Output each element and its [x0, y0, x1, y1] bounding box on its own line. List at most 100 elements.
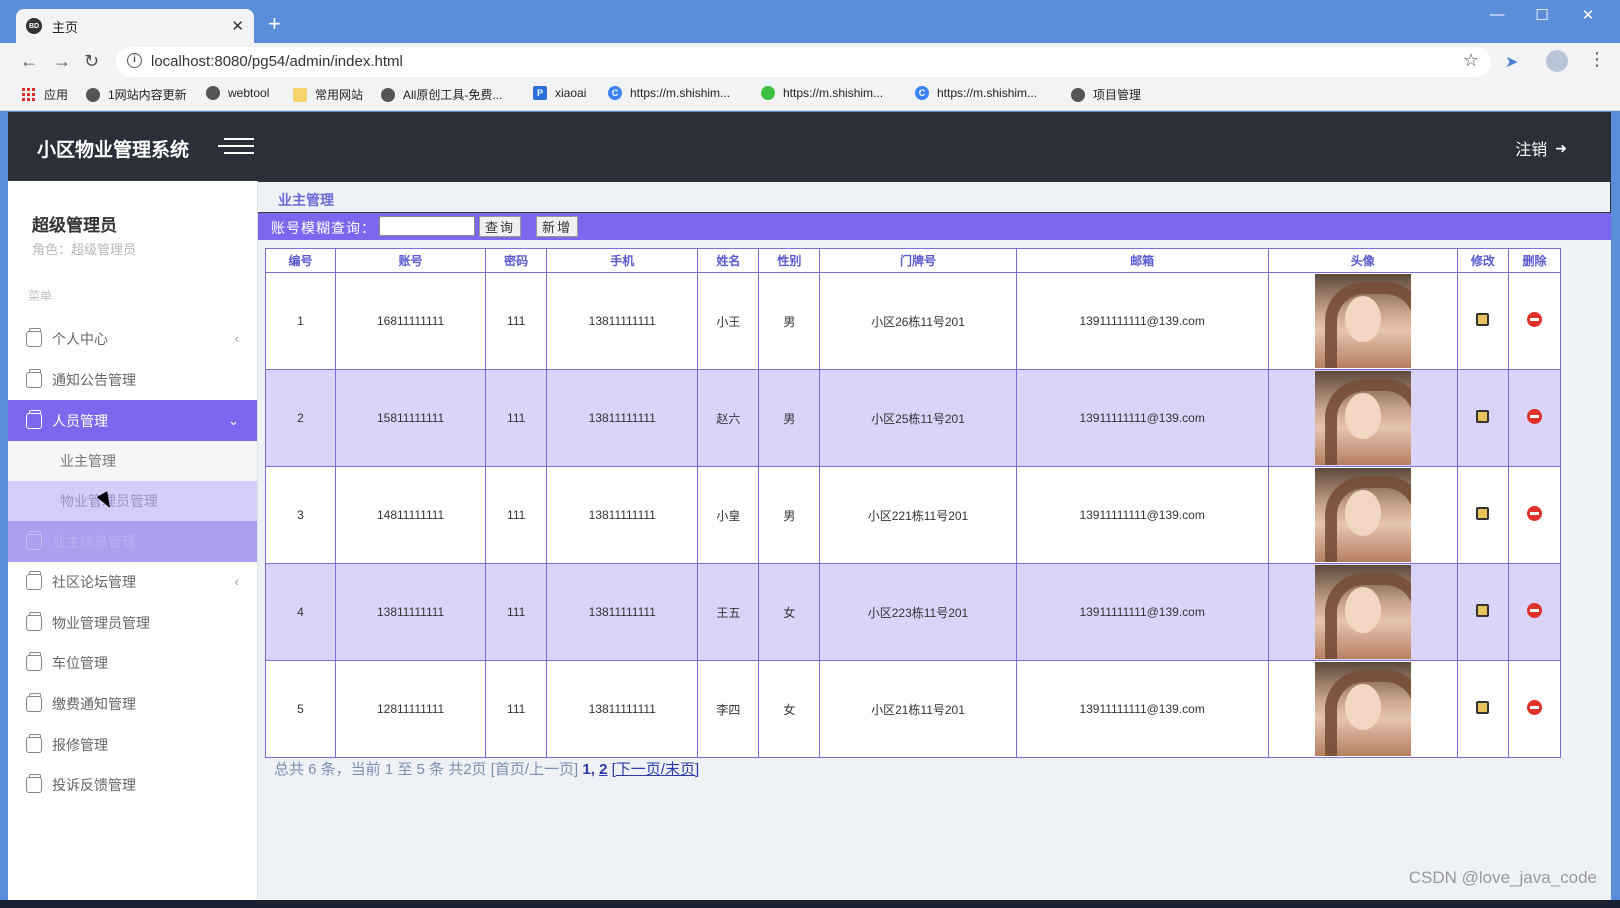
watermark: CSDN @love_java_code [1408, 868, 1597, 887]
edit-icon[interactable] [1476, 701, 1490, 714]
cell-password: 111 [485, 369, 548, 467]
close-icon[interactable]: ✕ [231, 17, 244, 35]
sidebar-subitem-owner[interactable]: 业主管理 [8, 441, 257, 481]
reload-icon[interactable]: ↻ [84, 51, 99, 72]
globe-icon [1071, 87, 1085, 102]
cell-edit [1456, 369, 1509, 467]
bookmark-label: https://m.shishim... [783, 86, 884, 100]
col-header: 修改 [1456, 248, 1509, 273]
edit-icon[interactable] [1476, 604, 1490, 617]
bookmark-item[interactable]: Chttps://m.shishim... [608, 86, 730, 100]
delete-icon[interactable] [1526, 409, 1542, 424]
next-page-link[interactable]: 下一页 [616, 761, 661, 778]
breadcrumb: 业主管理 [258, 181, 1611, 213]
cell-name: 王五 [697, 563, 760, 661]
cell-avatar [1267, 563, 1458, 661]
sidebar-item-repair[interactable]: 报修管理 [8, 724, 257, 765]
cell-phone: 13811111111 [546, 272, 699, 370]
page-link-2[interactable]: 2 [599, 761, 607, 778]
extension-icon[interactable]: ➤ [1505, 52, 1518, 72]
sidebar-item-label: 报修管理 [52, 736, 108, 753]
col-header: 姓名 [697, 248, 760, 273]
cell-id: 1 [264, 272, 337, 370]
address-bar[interactable]: i localhost:8080/pg54/admin/index.html ☆ [116, 47, 1491, 77]
sidebar-subitem-property-admin[interactable]: 物业管理员管理 [8, 481, 257, 521]
delete-icon[interactable] [1526, 603, 1542, 618]
info-icon[interactable]: i [127, 53, 142, 68]
sidebar-item-payment-notice[interactable]: 缴费通知管理 [8, 683, 257, 724]
sidebar-item-label: 业主信息管理 [52, 533, 136, 550]
edit-icon[interactable] [1476, 410, 1490, 423]
col-header: 头像 [1267, 248, 1458, 273]
sidebar-item-complaint[interactable]: 投诉反馈管理 [8, 764, 257, 805]
profile-avatar[interactable] [1546, 50, 1568, 72]
app-title: 小区物业管理系统 [37, 140, 190, 161]
bookmark-item[interactable]: All原创工具-免费... [381, 86, 502, 103]
cell-gender: 女 [758, 660, 821, 758]
menu-dots-icon[interactable]: ⋮ [1588, 49, 1606, 70]
sidebar-item-label: 车位管理 [52, 654, 108, 671]
search-input[interactable] [379, 216, 475, 236]
bookmark-item[interactable]: Pxiaoai [533, 86, 586, 100]
col-header: 账号 [335, 248, 487, 273]
sidebar-item-label: 通知公告管理 [52, 371, 136, 388]
table-row: 4 13811111111 111 13811111111 王五 女 小区223… [264, 563, 1562, 661]
bookmark-item[interactable]: 常用网站 [293, 86, 363, 103]
col-header: 邮箱 [1015, 248, 1269, 273]
bookmark-item[interactable]: 项目管理 [1071, 86, 1141, 103]
browser-tab[interactable]: BD 主页 ✕ [16, 9, 254, 43]
sidebar-item-personnel[interactable]: 人员管理 ⌄ [8, 400, 257, 441]
last-page-link[interactable]: 末页 [665, 761, 695, 778]
search-label: 账号模糊查询： [271, 220, 376, 236]
bookmark-item[interactable]: 1网站内容更新 [86, 86, 187, 103]
bookmark-item[interactable]: Chttps://m.shishim... [915, 86, 1037, 100]
cell-id: 3 [264, 466, 337, 564]
maximize-icon[interactable]: ☐ [1530, 6, 1554, 24]
sidebar-item-owner-info[interactable]: 业主信息管理 [8, 521, 257, 562]
globe-icon [86, 87, 100, 102]
cell-id: 5 [264, 660, 337, 758]
page-title: 业主管理 [278, 192, 334, 208]
bookmark-apps[interactable]: 应用 [22, 86, 68, 103]
delete-icon[interactable] [1526, 312, 1542, 327]
clipboard-icon [26, 570, 42, 590]
minimize-icon[interactable]: — [1485, 6, 1509, 23]
sidebar-item-property-admins[interactable]: 物业管理员管理 [8, 602, 257, 643]
query-button[interactable]: 查询 [479, 216, 522, 237]
cell-account: 13811111111 [335, 563, 487, 661]
pager-bracket-close: ] [694, 761, 700, 778]
sidebar: 超级管理员 角色：超级管理员 菜单 个人中心 ‹ 通知公告管理 人员管理 ⌄ 业… [8, 181, 258, 900]
cell-email: 13911111111@139.com [1015, 466, 1269, 564]
cell-password: 111 [485, 272, 548, 370]
clipboard-icon [26, 733, 42, 753]
cell-avatar [1267, 466, 1458, 564]
owner-table: 编号 账号 密码 手机 姓名 性别 门牌号 邮箱 头像 修改 删除 1 1681… [264, 248, 1562, 758]
sidebar-item-forum[interactable]: 社区论坛管理 ‹ [8, 561, 257, 602]
sidebar-item-personal-center[interactable]: 个人中心 ‹ [8, 318, 257, 359]
sidebar-item-parking[interactable]: 车位管理 [8, 642, 257, 683]
add-button[interactable]: 新增 [536, 216, 579, 237]
bookmark-item[interactable]: https://m.shishim... [761, 86, 883, 100]
collapse-menu-icon[interactable] [218, 136, 254, 156]
logout-button[interactable]: 注销 ➜ [1515, 136, 1567, 160]
cell-email: 13911111111@139.com [1015, 272, 1269, 370]
tab-favicon-icon: BD [26, 18, 42, 34]
table-row: 3 14811111111 111 13811111111 小皇 男 小区221… [264, 466, 1562, 564]
window-close-icon[interactable]: ✕ [1576, 6, 1600, 24]
page-link-1[interactable]: 1 [582, 761, 590, 778]
edit-icon[interactable] [1476, 313, 1490, 326]
forward-icon[interactable]: → [53, 51, 71, 72]
clipboard-icon [26, 530, 42, 550]
bookmark-star-icon[interactable]: ☆ [1463, 50, 1479, 71]
sidebar-item-notice[interactable]: 通知公告管理 [8, 359, 257, 400]
delete-icon[interactable] [1526, 700, 1542, 715]
url-text[interactable]: localhost:8080/pg54/admin/index.html [151, 53, 403, 70]
cell-password: 111 [485, 563, 548, 661]
edit-icon[interactable] [1476, 507, 1490, 520]
back-icon[interactable]: ← [20, 51, 38, 72]
delete-icon[interactable] [1526, 506, 1542, 521]
bookmark-item[interactable]: webtool [206, 86, 269, 100]
apps-grid-icon [22, 88, 35, 101]
new-tab-icon[interactable]: + [268, 11, 281, 37]
sidebar-item-label: 人员管理 [52, 412, 108, 429]
